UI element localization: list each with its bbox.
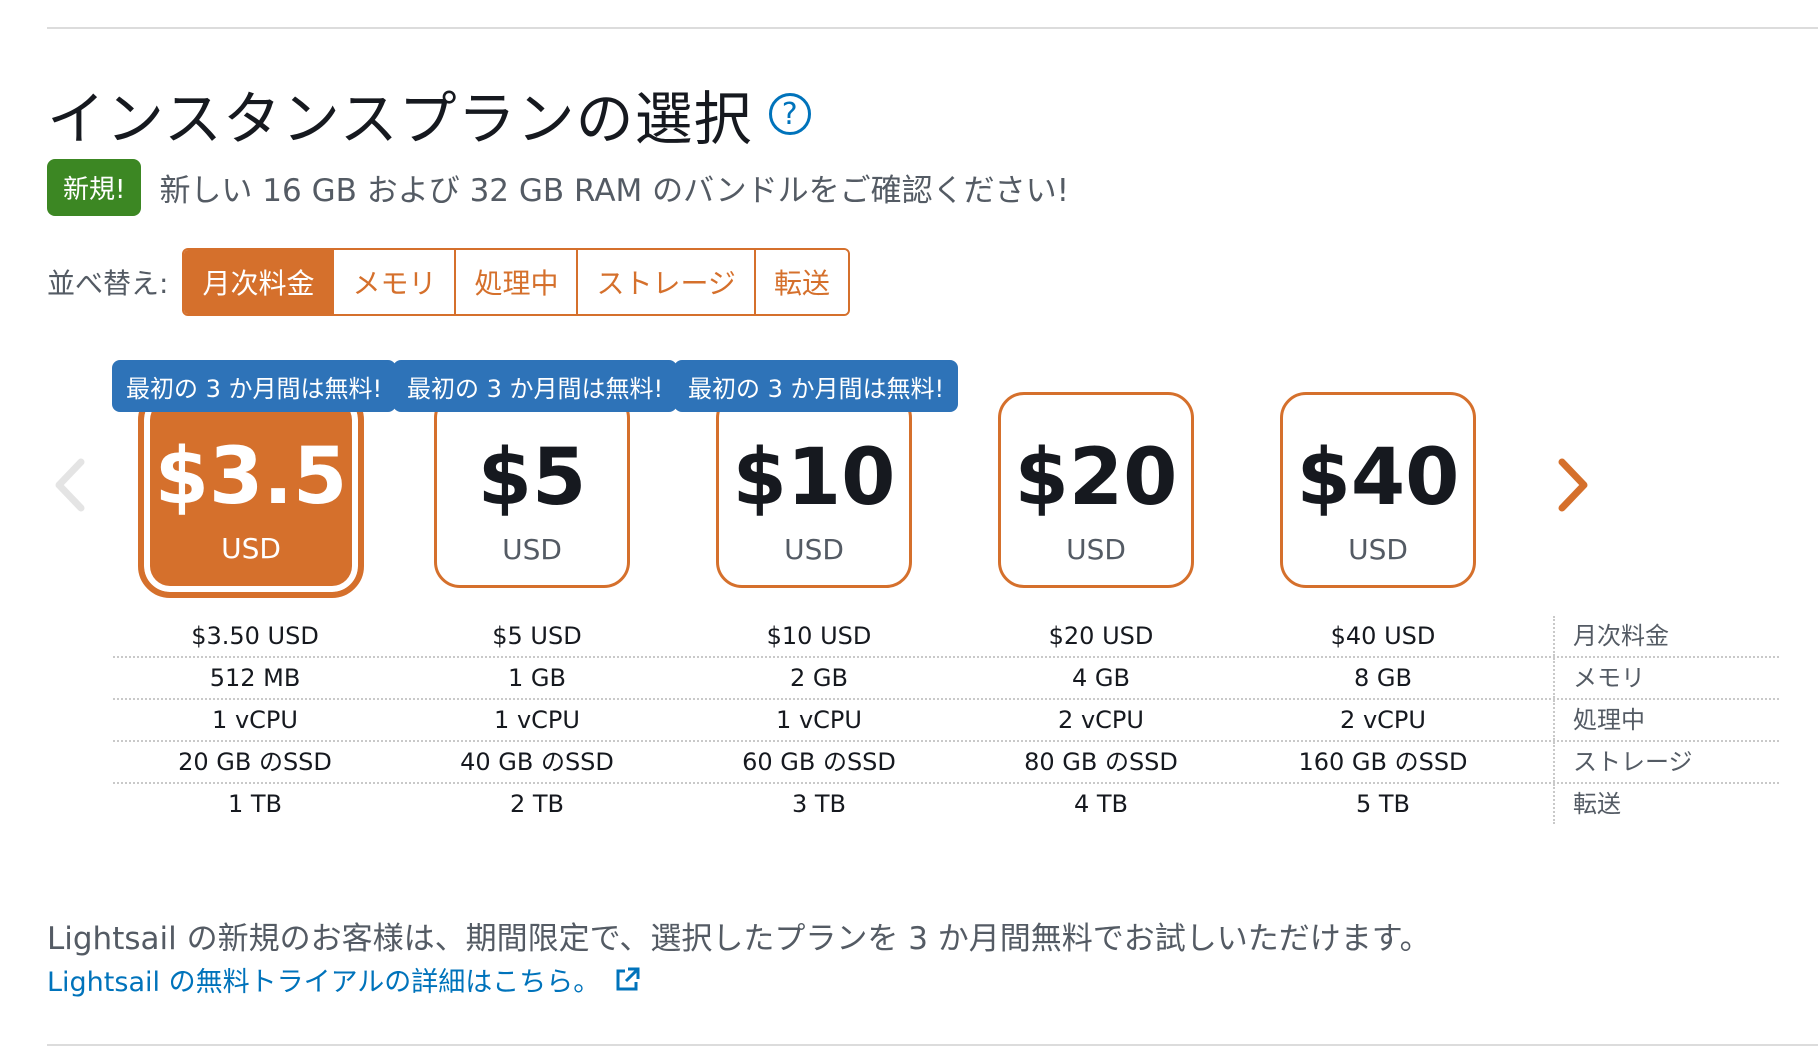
spec-cell: $40 USD — [1330, 622, 1436, 650]
free-trial-promo-badge: 最初の 3 か月間は無料! — [393, 360, 678, 412]
spec-cell: 4 TB — [1073, 790, 1129, 818]
plan-price: $5 — [477, 433, 587, 523]
chevron-left-icon[interactable] — [45, 450, 95, 520]
plan-card-body: $20 USD — [998, 392, 1194, 588]
plan-card-body: $40 USD — [1280, 392, 1476, 588]
spec-cell: 1 GB — [508, 664, 566, 692]
free-trial-details-link[interactable]: Lightsail の無料トライアルの詳細はこちら。 — [47, 960, 640, 999]
plan-carousel: 最初の 3 か月間は無料! 最初の 3 か月間は無料! 最初の 3 か月間は無料… — [0, 360, 1818, 610]
free-trial-promo-badge: 最初の 3 か月間は無料! — [674, 360, 959, 412]
plan-card-20[interactable]: $20 USD — [998, 392, 1194, 588]
top-divider — [47, 27, 1818, 29]
spec-cell: 1 TB — [227, 790, 283, 818]
sort-option-storage[interactable]: ストレージ — [576, 250, 754, 314]
plan-card-40[interactable]: $40 USD — [1280, 392, 1476, 588]
help-icon[interactable]: ? — [768, 93, 811, 135]
spec-cell: 4 GB — [1072, 664, 1130, 692]
spec-row-cpu: 1 vCPU 1 vCPU 1 vCPU 2 vCPU 2 vCPU 処理中 — [113, 700, 1779, 742]
chevron-right-icon[interactable] — [1548, 450, 1598, 520]
plan-price: $10 — [732, 433, 896, 523]
spec-cell: 512 MB — [209, 664, 301, 692]
plan-card-5[interactable]: $5 USD — [434, 392, 630, 588]
sort-option-processing[interactable]: 処理中 — [454, 250, 577, 314]
plan-card-body: $10 USD — [716, 392, 912, 588]
sort-segmented-control: 月次料金 メモリ 処理中 ストレージ 転送 — [182, 248, 850, 316]
spec-label-storage: ストレージ — [1553, 742, 1773, 782]
spec-cell: 2 GB — [790, 664, 848, 692]
spec-cell: 3 TB — [791, 790, 847, 818]
page-title: インスタンスプランの選択 — [47, 85, 753, 153]
external-link-icon[interactable] — [614, 967, 640, 993]
spec-cell: 40 GB のSSD — [460, 748, 614, 776]
spec-cell: $10 USD — [766, 622, 872, 650]
sort-label: 並べ替え: — [47, 267, 169, 300]
spec-cell: 5 TB — [1355, 790, 1411, 818]
new-badge: 新規! — [47, 159, 142, 216]
spec-row-storage: 20 GB のSSD 40 GB のSSD 60 GB のSSD 80 GB の… — [113, 742, 1779, 784]
sort-option-memory[interactable]: メモリ — [332, 250, 455, 314]
spec-cell: 8 GB — [1354, 664, 1412, 692]
plan-currency: USD — [784, 533, 844, 566]
plan-price: $40 — [1296, 433, 1460, 523]
spec-cell: $3.50 USD — [191, 622, 319, 650]
new-bundles-notice: 新規! 新しい 16 GB および 32 GB RAM のバンドルをご確認くださ… — [47, 159, 1069, 216]
plan-spec-table: $3.50 USD $5 USD $10 USD $20 USD $40 USD… — [113, 616, 1779, 824]
spec-cell: $5 USD — [492, 622, 582, 650]
spec-cell: 20 GB のSSD — [178, 748, 332, 776]
free-trial-description: Lightsail の新規のお客様は、期間限定で、選択したプランを 3 か月間無… — [47, 921, 1431, 957]
plan-currency: USD — [1066, 533, 1126, 566]
plan-card-body: $5 USD — [434, 392, 630, 588]
bottom-divider — [47, 1044, 1818, 1046]
spec-cell: 1 vCPU — [776, 706, 862, 734]
free-trial-promo-badge: 最初の 3 か月間は無料! — [112, 360, 397, 412]
plan-card-10[interactable]: $10 USD — [716, 392, 912, 588]
spec-cell: 80 GB のSSD — [1024, 748, 1178, 776]
spec-label-memory: メモリ — [1553, 658, 1773, 698]
plan-currency: USD — [1348, 533, 1408, 566]
spec-label-cpu: 処理中 — [1553, 700, 1773, 740]
free-trial-link-text[interactable]: Lightsail の無料トライアルの詳細はこちら。 — [47, 960, 600, 999]
title-row: インスタンスプランの選択 ? — [47, 72, 811, 156]
spec-row-memory: 512 MB 1 GB 2 GB 4 GB 8 GB メモリ — [113, 658, 1779, 700]
spec-cell: 2 vCPU — [1340, 706, 1426, 734]
spec-row-monthly: $3.50 USD $5 USD $10 USD $20 USD $40 USD… — [113, 616, 1779, 658]
spec-cell: 2 vCPU — [1058, 706, 1144, 734]
spec-row-transfer: 1 TB 2 TB 3 TB 4 TB 5 TB 転送 — [113, 784, 1779, 824]
notice-text: 新しい 16 GB および 32 GB RAM のバンドルをご確認ください! — [159, 173, 1070, 209]
spec-cell: 2 TB — [509, 790, 565, 818]
spec-label-transfer: 転送 — [1553, 784, 1773, 824]
spec-cell: $20 USD — [1048, 622, 1154, 650]
spec-label-monthly: 月次料金 — [1553, 616, 1773, 656]
spec-cell: 60 GB のSSD — [742, 748, 896, 776]
sort-row: 並べ替え: 月次料金 メモリ 処理中 ストレージ 転送 — [47, 248, 850, 316]
spec-cell: 1 vCPU — [212, 706, 298, 734]
plan-price: $3.5 — [154, 432, 348, 522]
sort-option-monthly-price[interactable]: 月次料金 — [184, 250, 333, 314]
sort-option-transfer[interactable]: 転送 — [753, 250, 848, 314]
plan-price: $20 — [1014, 433, 1178, 523]
plan-currency: USD — [502, 533, 562, 566]
plan-card-body: $3.5 USD — [138, 388, 364, 598]
spec-cell: 1 vCPU — [494, 706, 580, 734]
plan-card-3-5[interactable]: $3.5 USD — [138, 388, 364, 598]
spec-cell: 160 GB のSSD — [1298, 748, 1468, 776]
plan-currency: USD — [221, 532, 281, 565]
